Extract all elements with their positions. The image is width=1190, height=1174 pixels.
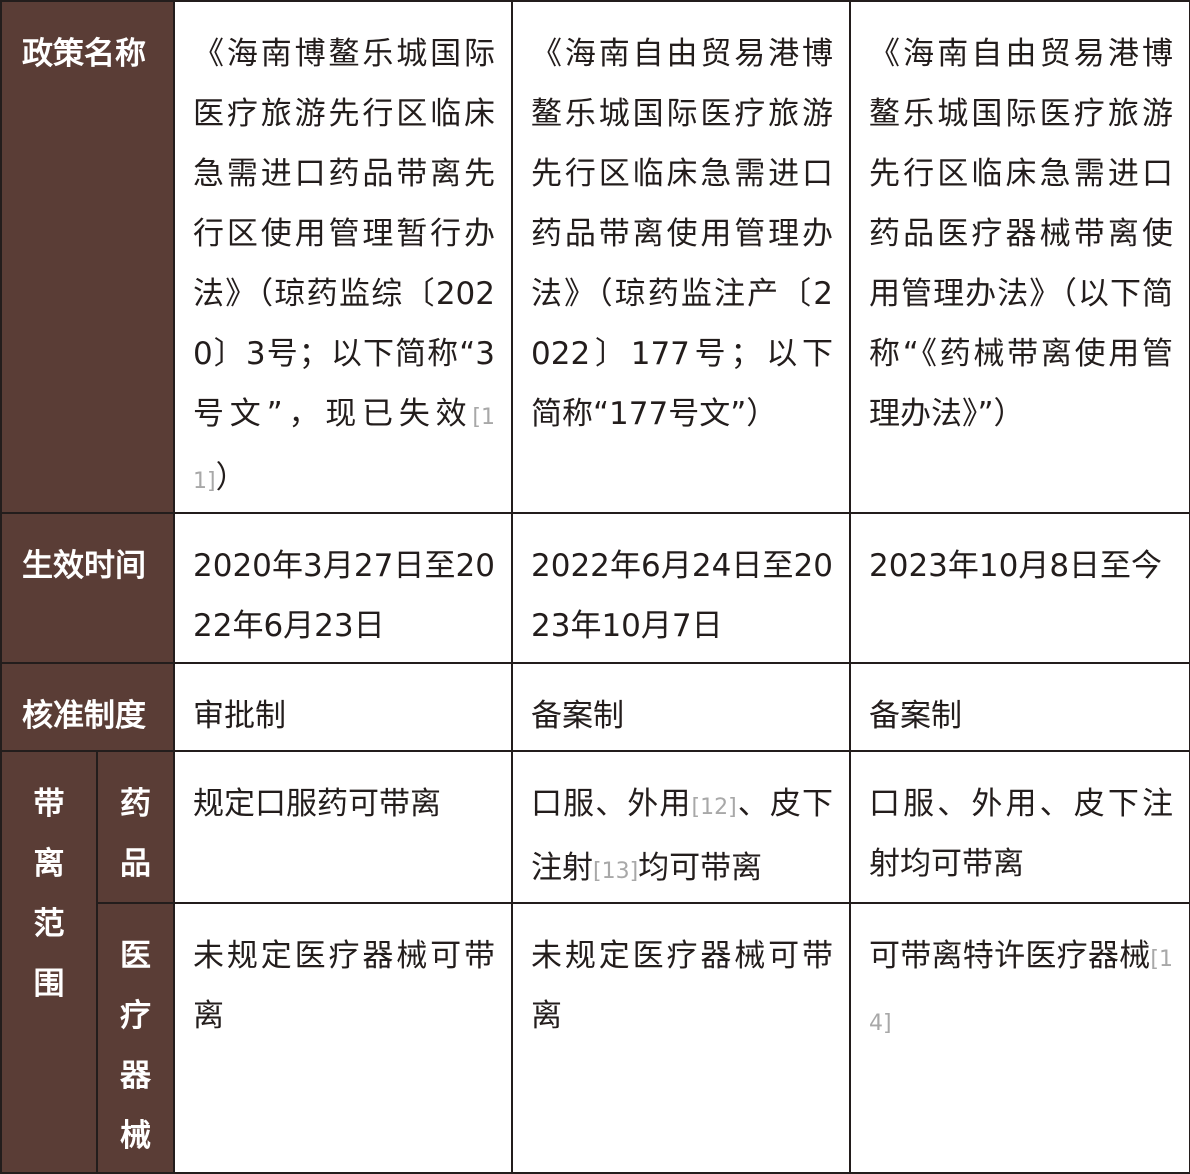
effective-time-cell-3: 2023年10月8日至今 xyxy=(849,512,1190,664)
policy-name-cell-1: 《海南博鳌乐城国际医疗旅游先行区临床急需进口药品带离先行区使用管理暂行办法》（琼… xyxy=(173,0,513,514)
sub-header-drugs: 药 品 xyxy=(96,750,175,904)
table-row: 带 离 范 围 药 品 规定口服药可带离 口服、外用[12]、皮下注射[13]均… xyxy=(0,750,1190,1174)
effective-time-cell-1: 2020年3月27日至2022年6月23日 xyxy=(173,512,513,664)
policy-comparison-table: 政策名称 《海南博鳌乐城国际医疗旅游先行区临床急需进口药品带离先行区使用管理暂行… xyxy=(0,0,1190,1174)
row-header-scope: 带 离 范 围 xyxy=(0,750,98,1174)
row-header-approval-system: 核准制度 xyxy=(0,662,175,752)
table-row: 生效时间 2020年3月27日至2022年6月23日 2022年6月24日至20… xyxy=(0,512,1190,664)
policy-name-cell-3: 《海南自由贸易港博鳌乐城国际医疗旅游先行区临床急需进口药品医疗器械带离使用管理办… xyxy=(849,0,1190,514)
table-row: 医 疗 器 械 未规定医疗器械可带离 未规定医疗器械可带离 可带离特许医疗器械[… xyxy=(1,902,1190,1174)
devices-cell-3: 可带离特许医疗器械[14] xyxy=(849,902,1190,1174)
policy-name-text: 《海南博鳌乐城国际医疗旅游先行区临床急需进口药品带离先行区使用管理暂行办法》（琼… xyxy=(193,36,495,432)
devices-cell-2: 未规定医疗器械可带离 xyxy=(511,902,851,1174)
approval-system-cell-2: 备案制 xyxy=(511,662,851,752)
closing-paren: ） xyxy=(215,460,247,496)
drugs-cell-3: 口服、外用、皮下注射均可带离 xyxy=(849,750,1190,904)
table-row: 政策名称 《海南博鳌乐城国际医疗旅游先行区临床急需进口药品带离先行区使用管理暂行… xyxy=(0,0,1190,514)
reference-link[interactable]: [12] xyxy=(692,795,737,820)
devices-cell-1: 未规定医疗器械可带离 xyxy=(173,902,513,1174)
row-header-effective-time: 生效时间 xyxy=(0,512,175,664)
sub-header-medical-devices: 医 疗 器 械 xyxy=(96,902,175,1174)
effective-time-cell-2: 2022年6月24日至2023年10月7日 xyxy=(511,512,851,664)
drugs-cell-1: 规定口服药可带离 xyxy=(173,750,513,904)
approval-system-cell-3: 备案制 xyxy=(849,662,1190,752)
drugs-cell-2: 口服、外用[12]、皮下注射[13]均可带离 xyxy=(511,750,851,904)
table-row: 核准制度 审批制 备案制 备案制 xyxy=(0,662,1190,752)
reference-link[interactable]: [13] xyxy=(593,859,638,884)
policy-name-cell-2: 《海南自由贸易港博鳌乐城国际医疗旅游先行区临床急需进口药品带离使用管理办法》（琼… xyxy=(511,0,851,514)
row-header-policy-name: 政策名称 xyxy=(0,0,175,514)
approval-system-cell-1: 审批制 xyxy=(173,662,513,752)
